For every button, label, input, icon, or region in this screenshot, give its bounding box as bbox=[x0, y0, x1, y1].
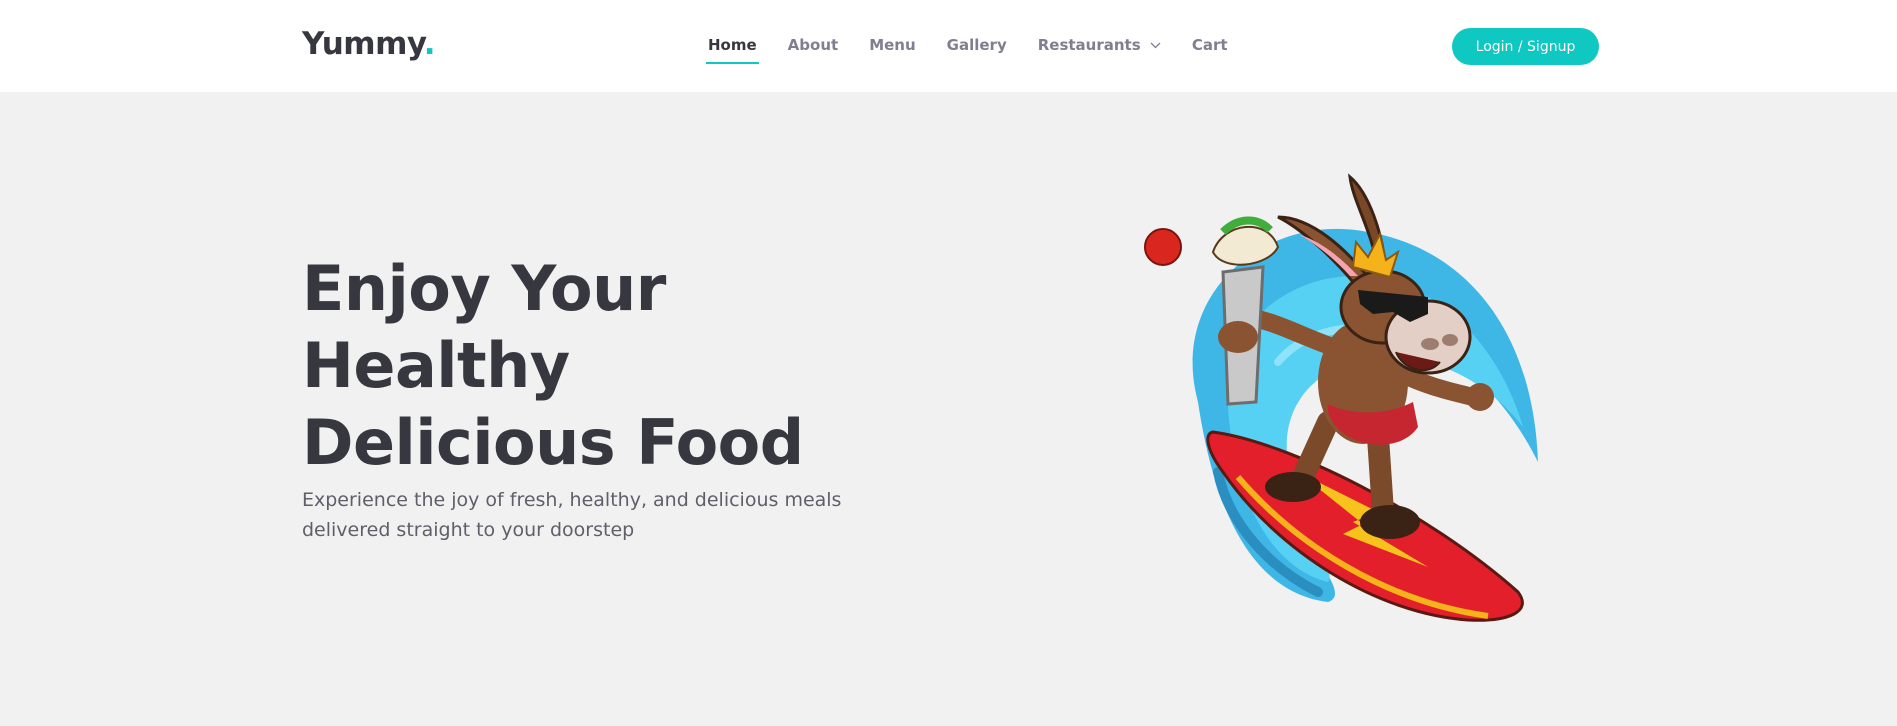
hero-title-line: Healthy bbox=[302, 329, 570, 402]
chevron-down-icon bbox=[1150, 42, 1161, 49]
nav-item-home[interactable]: Home bbox=[706, 36, 759, 64]
brand-dot: . bbox=[423, 26, 436, 62]
hero-title-line: Delicious Food bbox=[302, 406, 804, 479]
main-nav: Home About Menu Gallery Restaurants Cart bbox=[706, 36, 1259, 64]
login-signup-button[interactable]: Login / Signup bbox=[1452, 28, 1599, 65]
hero-subtitle: Experience the joy of fresh, healthy, an… bbox=[302, 489, 842, 541]
brand-name: Yummy bbox=[302, 26, 424, 62]
nav-item-about[interactable]: About bbox=[788, 36, 839, 54]
hero-title-line: Enjoy Your bbox=[302, 252, 666, 325]
surfing-donkey-mascot-illustration bbox=[1144, 173, 1538, 622]
site-header: Yummy. Home About Menu Gallery Restauran… bbox=[0, 0, 1897, 92]
nav-item-restaurants[interactable]: Restaurants bbox=[1038, 36, 1161, 54]
nav-item-cart[interactable]: Cart bbox=[1192, 36, 1228, 54]
brand-logo[interactable]: Yummy. bbox=[302, 26, 436, 62]
nav-item-gallery[interactable]: Gallery bbox=[947, 36, 1007, 54]
hero-title: Enjoy Your Healthy Delicious Food bbox=[302, 250, 862, 481]
nav-item-restaurants-label: Restaurants bbox=[1037, 36, 1141, 54]
nav-item-menu[interactable]: Menu bbox=[869, 36, 915, 54]
